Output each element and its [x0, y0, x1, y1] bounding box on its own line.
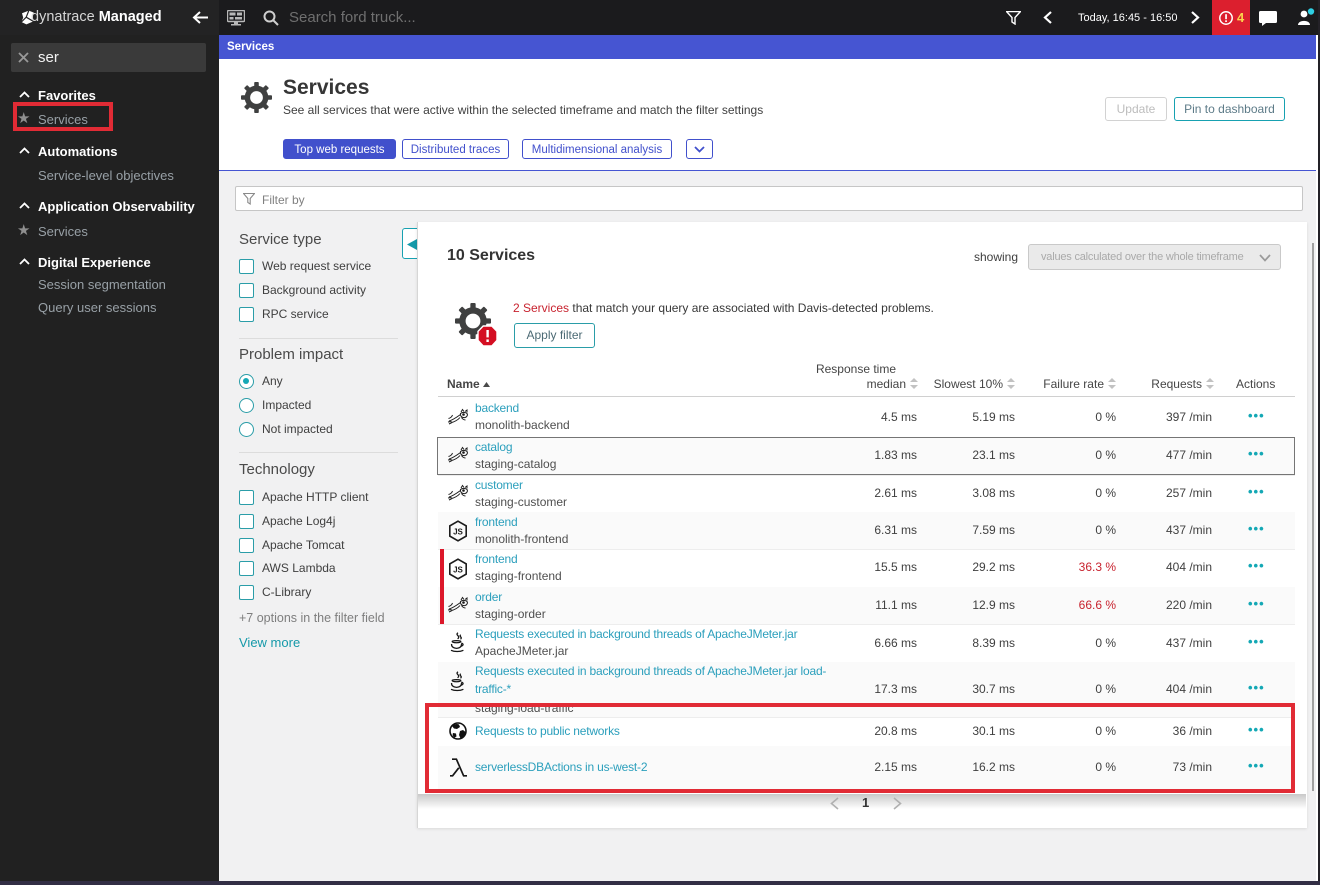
svg-text:JS: JS — [453, 566, 463, 575]
svg-text:JS: JS — [453, 528, 463, 537]
